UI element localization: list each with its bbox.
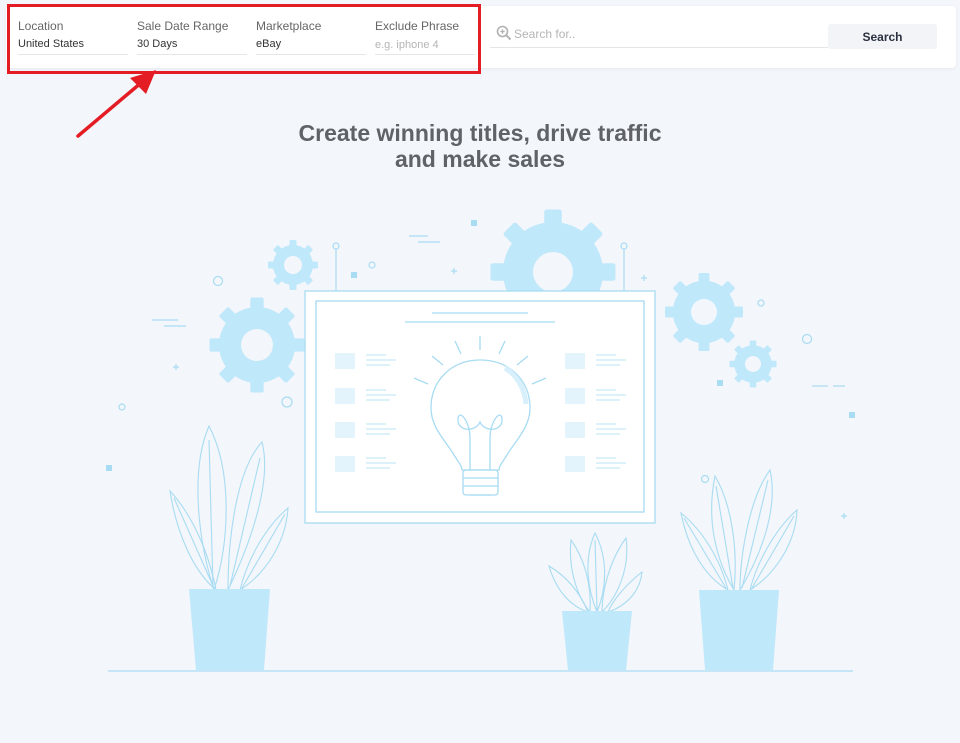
- gear-icon: [209, 297, 305, 393]
- plant-middle: [548, 531, 643, 614]
- gear-icon: [268, 240, 318, 290]
- gear-icon: [729, 340, 777, 388]
- plant-right: [680, 468, 798, 592]
- gear-icon: [665, 273, 743, 351]
- hero-illustration: [106, 209, 855, 672]
- plant-left: [169, 424, 289, 592]
